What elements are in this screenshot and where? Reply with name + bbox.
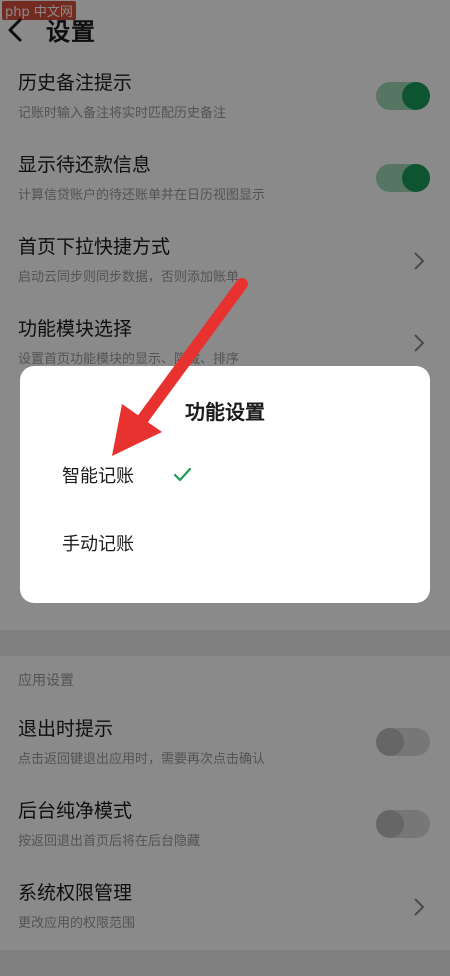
option-smart-bookkeeping[interactable]: 智能记账: [20, 448, 430, 504]
option-label: 智能记账: [62, 466, 134, 487]
option-manual-bookkeeping[interactable]: 手动记账: [20, 516, 430, 572]
dialog-title: 功能设置: [185, 400, 265, 424]
check-icon: [173, 467, 192, 482]
option-label: 手动记账: [62, 534, 134, 555]
function-settings-dialog: 功能设置 智能记账 手动记账: [20, 366, 430, 603]
